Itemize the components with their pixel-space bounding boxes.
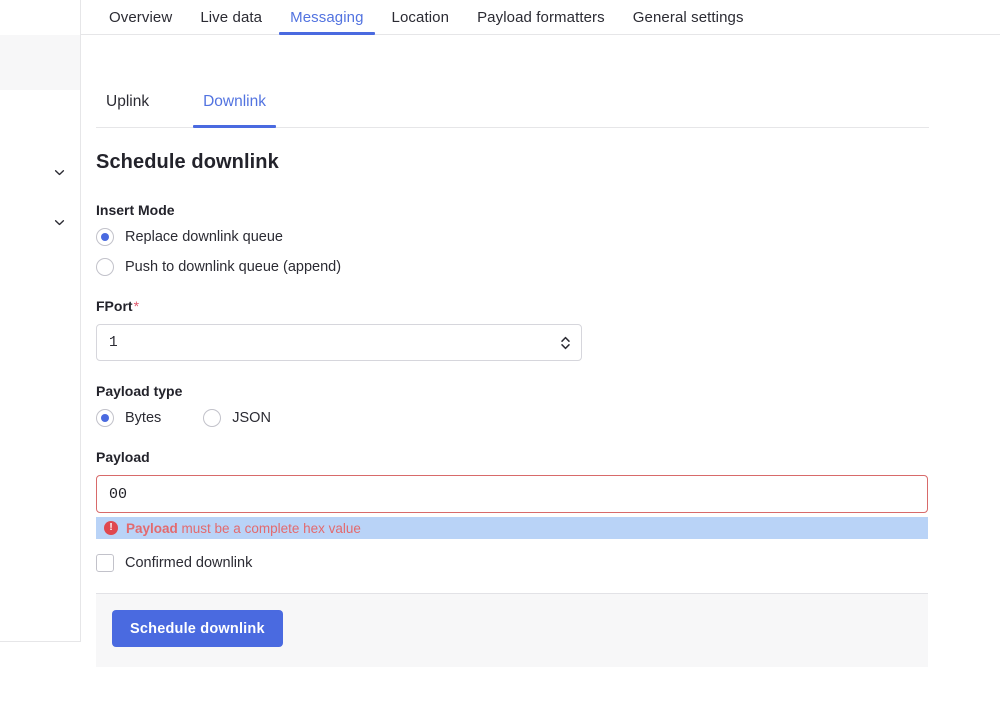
payload-group: Payload ! Payload must be a complete hex…	[96, 449, 929, 539]
messaging-subnav: Uplink Downlink	[96, 36, 929, 128]
required-marker: *	[134, 298, 139, 314]
fport-input[interactable]	[96, 324, 582, 361]
sidebar-active-row[interactable]	[0, 35, 80, 90]
checkbox-label-confirmed-downlink[interactable]: Confirmed downlink	[125, 555, 252, 571]
app-root: Overview Live data Messaging Location Pa…	[0, 0, 1000, 705]
payload-error-text: Payload must be a complete hex value	[126, 521, 361, 536]
tab-live-data[interactable]: Live data	[186, 0, 276, 35]
left-sidebar	[0, 0, 81, 642]
fport-input-wrap	[96, 324, 582, 361]
payload-type-group: Payload type Bytes JSON	[96, 383, 929, 427]
radio-button-icon[interactable]	[96, 228, 114, 246]
fport-label-text: FPort	[96, 298, 133, 314]
radio-label-replace-downlink-queue[interactable]: Replace downlink queue	[125, 229, 283, 245]
radio-button-icon[interactable]	[96, 409, 114, 427]
schedule-downlink-form: Schedule downlink Insert Mode Replace do…	[96, 128, 929, 572]
tab-overview[interactable]: Overview	[95, 0, 186, 35]
checkbox-confirmed-downlink[interactable]: Confirmed downlink	[96, 554, 929, 572]
checkbox-icon[interactable]	[96, 554, 114, 572]
tab-location[interactable]: Location	[378, 0, 464, 35]
payload-error-field: Payload	[126, 521, 178, 536]
radio-replace-downlink-queue[interactable]: Replace downlink queue	[96, 228, 929, 246]
radio-label-bytes[interactable]: Bytes	[125, 410, 161, 426]
fport-group: FPort*	[96, 298, 929, 361]
payload-type-label: Payload type	[96, 383, 929, 399]
expand-chevron-2[interactable]	[50, 213, 68, 231]
radio-button-icon[interactable]	[203, 409, 221, 427]
form-footer: Schedule downlink	[96, 593, 928, 667]
radio-payload-type-bytes[interactable]: Bytes	[96, 409, 161, 427]
tab-messaging[interactable]: Messaging	[276, 0, 377, 35]
chevron-down-icon	[53, 216, 66, 229]
chevron-down-icon	[53, 166, 66, 179]
insert-mode-label: Insert Mode	[96, 202, 929, 218]
subtab-downlink[interactable]: Downlink	[193, 93, 276, 127]
insert-mode-group: Insert Mode Replace downlink queue Push …	[96, 202, 929, 276]
radio-payload-type-json[interactable]: JSON	[203, 409, 271, 427]
tab-general-settings[interactable]: General settings	[619, 0, 758, 35]
radio-button-icon[interactable]	[96, 258, 114, 276]
schedule-downlink-button[interactable]: Schedule downlink	[112, 610, 283, 647]
stepper-arrows-icon	[559, 334, 572, 352]
number-stepper[interactable]	[559, 333, 572, 353]
payload-input[interactable]	[96, 475, 928, 513]
fport-label: FPort*	[96, 298, 929, 314]
payload-error-message: ! Payload must be a complete hex value	[96, 517, 928, 539]
payload-error-detail: must be a complete hex value	[178, 521, 361, 536]
tab-payload-formatters[interactable]: Payload formatters	[463, 0, 619, 35]
page-title: Schedule downlink	[96, 151, 929, 174]
radio-label-json[interactable]: JSON	[232, 410, 271, 426]
subtab-uplink[interactable]: Uplink	[96, 93, 159, 127]
top-navigation-bar: Overview Live data Messaging Location Pa…	[81, 0, 1000, 35]
radio-push-to-downlink-queue[interactable]: Push to downlink queue (append)	[96, 258, 929, 276]
expand-chevron-1[interactable]	[50, 163, 68, 181]
radio-label-push-to-downlink-queue[interactable]: Push to downlink queue (append)	[125, 259, 341, 275]
payload-label: Payload	[96, 449, 929, 465]
error-circle-icon: !	[104, 521, 118, 535]
main-content: Uplink Downlink Schedule downlink Insert…	[81, 36, 1000, 705]
